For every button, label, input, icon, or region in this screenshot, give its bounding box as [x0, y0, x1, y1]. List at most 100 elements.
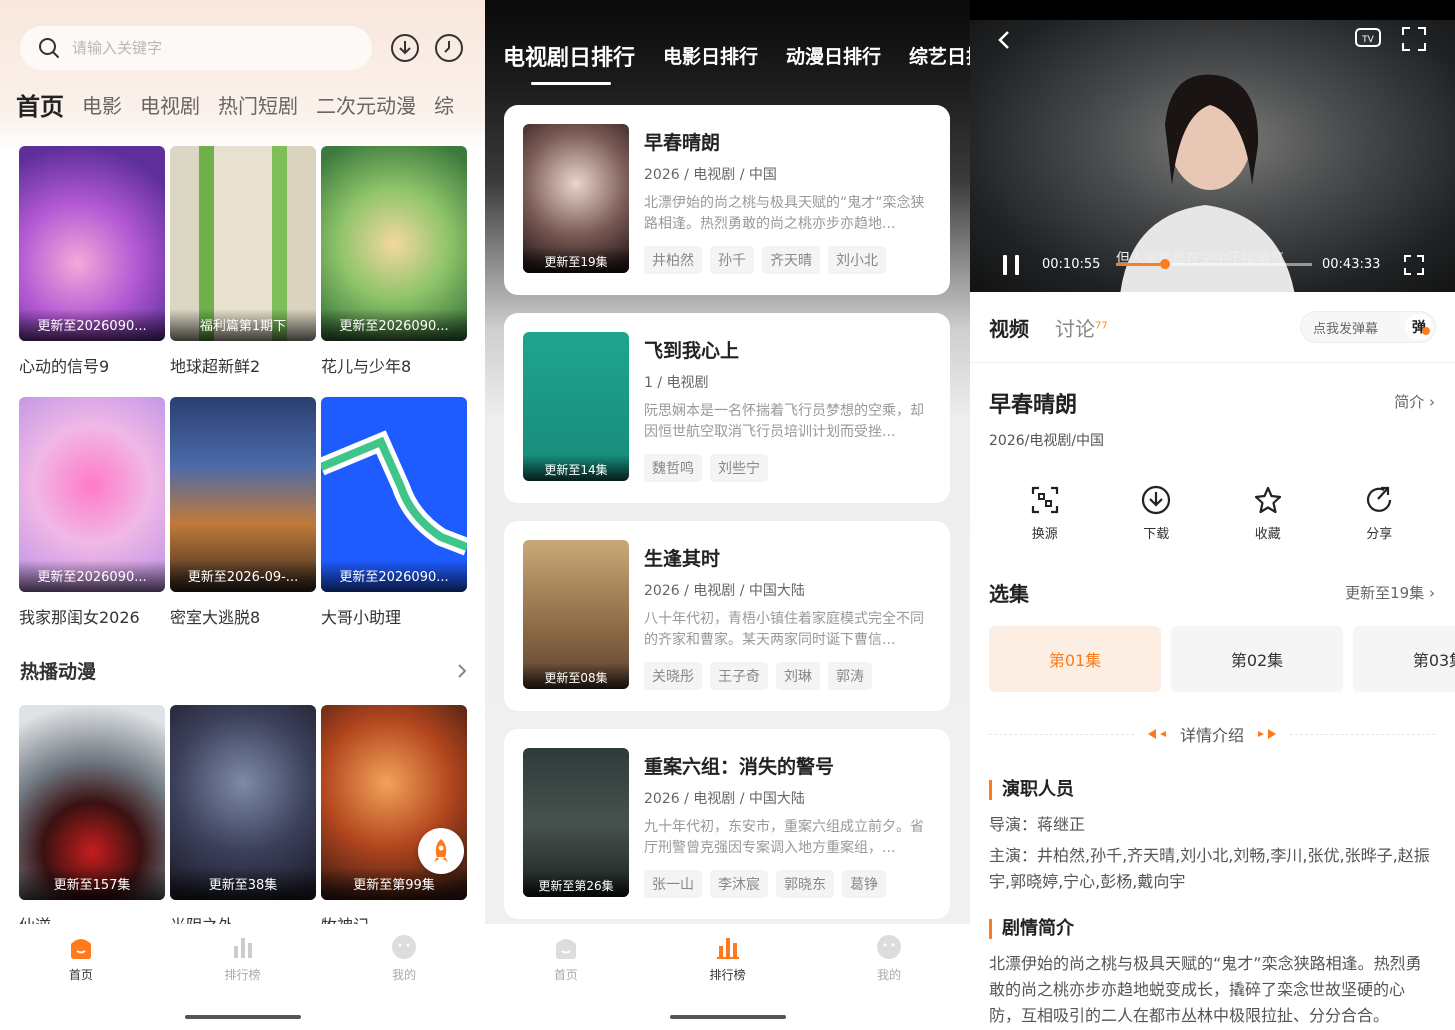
danmu-input[interactable]: 点我发弹幕 弹 — [1300, 311, 1436, 343]
pause-icon[interactable] — [1000, 253, 1022, 277]
tabbar-mine[interactable]: 我的 — [808, 924, 970, 1030]
tab-discussion[interactable]: 讨论77 — [1055, 313, 1108, 342]
ranking-item[interactable]: 更新至08集 生逢其时 2026 / 电视剧 / 中国大陆 八十年代初，青梧小镇… — [504, 521, 950, 711]
action-label: 分享 — [1366, 527, 1393, 542]
media-card[interactable]: 更新至第99集 牧神记 — [321, 705, 467, 936]
tab-movie[interactable]: 电影 — [82, 90, 122, 122]
episodes-update-link[interactable]: 更新至19集 › — [1345, 582, 1435, 603]
media-card[interactable]: 更新至157集 仙逆 — [19, 705, 165, 936]
media-card[interactable]: 更新至38集 光阴之外 — [170, 705, 316, 936]
show-meta: 2026/电视剧/中国 — [989, 433, 1105, 449]
tab-short-drama[interactable]: 热门短剧 — [218, 90, 298, 122]
video-player[interactable]: TV 00:10:55 但人家都是在空中不接地气 00:43:33 — [970, 20, 1455, 292]
actor-tag[interactable]: 郭晓东 — [776, 870, 834, 898]
plot-section-title: 剧情简介 — [989, 919, 1074, 939]
progress-bar[interactable] — [1116, 259, 1312, 269]
poster-image: 更新至2026090... — [321, 397, 467, 592]
progress-fill — [1116, 263, 1165, 266]
card-title: 地球超新鲜2 — [170, 357, 261, 376]
tabbar-label: 首页 — [68, 968, 93, 982]
update-badge: 更新至2026090... — [321, 560, 467, 592]
poster-image: 更新至14集 — [523, 332, 629, 481]
ranking-item[interactable]: 更新至第26集 重案六组：消失的警号 2026 / 电视剧 / 中国大陆 九十年… — [504, 729, 950, 919]
download-icon[interactable] — [390, 33, 420, 63]
ranking-item[interactable]: 更新至19集 早春晴朗 2026 / 电视剧 / 中国 北漂伊始的尚之桃与极具天… — [504, 105, 950, 295]
tab-home[interactable]: 首页 — [16, 87, 64, 122]
tabbar-home[interactable]: 首页 — [0, 924, 162, 1030]
search-icon — [39, 38, 59, 58]
search-input[interactable] — [72, 39, 332, 57]
tab-video[interactable]: 视频 — [989, 313, 1029, 342]
danmu-toggle-button[interactable]: 弹 — [1405, 314, 1433, 340]
media-card[interactable]: 更新至2026090... 我家那闺女2026 — [19, 397, 165, 628]
episode-button[interactable]: 第03集 — [1353, 626, 1455, 692]
pip-icon[interactable] — [1400, 25, 1428, 53]
media-card[interactable]: 福利篇第1期下 地球超新鲜2 — [170, 146, 316, 377]
tab-movie-daily[interactable]: 电影日排行 — [663, 42, 758, 72]
episode-button[interactable]: 第02集 — [1171, 626, 1343, 692]
actor-tag[interactable]: 井柏然 — [644, 246, 702, 274]
detail-screen: TV 00:10:55 但人家都是在空中不接地气 00:43:33 视频 讨论7… — [970, 0, 1455, 1030]
tabbar-label: 首页 — [553, 968, 578, 982]
current-time: 00:10:55 — [1042, 257, 1101, 272]
actor-tag[interactable]: 葛铮 — [842, 870, 886, 898]
actor-tag[interactable]: 张一山 — [644, 870, 702, 898]
tabbar-label: 我的 — [392, 968, 417, 982]
actor-tag[interactable]: 刘小北 — [828, 246, 886, 274]
history-icon[interactable] — [434, 33, 464, 63]
item-meta: 2026 / 电视剧 / 中国 — [644, 167, 777, 183]
actor-tag[interactable]: 王子奇 — [710, 662, 768, 690]
intro-link[interactable]: 简介 › — [1394, 391, 1435, 412]
actor-tag[interactable]: 李沐宸 — [710, 870, 768, 898]
featured-grid: 更新至2026090... 心动的信号9 福利篇第1期下 地球超新鲜2 更新至2… — [19, 146, 467, 628]
tab-tv[interactable]: 电视剧 — [140, 90, 200, 122]
actor-tag[interactable]: 齐天晴 — [762, 246, 820, 274]
tv-cast-icon[interactable]: TV — [1354, 26, 1382, 50]
danmu-placeholder: 点我发弹幕 — [1313, 321, 1379, 337]
svg-text:TV: TV — [1361, 35, 1374, 45]
actor-tag[interactable]: 刘琳 — [776, 662, 820, 690]
switch-source-button[interactable]: 换源 — [1005, 485, 1085, 542]
rocket-button[interactable] — [418, 828, 464, 874]
tab-variety-daily[interactable]: 综艺日排行 — [909, 42, 970, 72]
tab-variety[interactable]: 综 — [434, 90, 454, 122]
media-card[interactable]: 更新至2026090... 心动的信号9 — [19, 146, 165, 377]
profile-icon — [392, 935, 417, 959]
actor-tag[interactable]: 郭涛 — [828, 662, 872, 690]
episode-list: 第01集 第02集 第03集 — [989, 626, 1455, 692]
search-bar[interactable] — [20, 26, 372, 70]
ranking-tabs: 电视剧日排行 电影日排行 动漫日排行 综艺日排行 — [503, 42, 970, 72]
ranking-item[interactable]: 更新至14集 飞到我心上 1 / 电视剧 阮思娴本是一名怀揣着飞行员梦想的空乘，… — [504, 313, 950, 503]
actor-tag[interactable]: 关晓彤 — [644, 662, 702, 690]
download-button[interactable]: 下载 — [1116, 485, 1196, 542]
tab-anime[interactable]: 二次元动漫 — [316, 90, 416, 122]
update-badge: 更新至2026-09-... — [170, 560, 316, 592]
poster-image: 更新至2026-09-... — [170, 397, 316, 592]
actor-tag[interactable]: 魏哲鸣 — [644, 454, 702, 482]
media-card[interactable]: 更新至2026090... 大哥小助理 — [321, 397, 467, 628]
tabbar-mine[interactable]: 我的 — [323, 924, 485, 1030]
director-text: 导演：蒋继正 — [989, 815, 1086, 834]
media-card[interactable]: 更新至2026090... 花儿与少年8 — [321, 146, 467, 377]
favorite-button[interactable]: 收藏 — [1228, 485, 1308, 542]
poster-image: 更新至08集 — [523, 540, 629, 689]
actor-tag[interactable]: 刘些宁 — [710, 454, 768, 482]
update-badge: 更新至2026090... — [321, 309, 467, 341]
arrow-left-icon — [1148, 729, 1166, 739]
tab-tv-daily[interactable]: 电视剧日排行 — [503, 40, 635, 72]
plot-text: 北漂伊始的尚之桃与极具天赋的“鬼才”栾念狭路相逢。热烈勇敢的尚之桃亦步亦趋地蜕变… — [989, 954, 1422, 1025]
actor-tag[interactable]: 孙千 — [710, 246, 754, 274]
share-button[interactable]: 分享 — [1339, 485, 1419, 542]
tabbar-home[interactable]: 首页 — [485, 924, 647, 1030]
tabbar-label: 我的 — [877, 968, 902, 982]
fullscreen-icon[interactable] — [1402, 253, 1426, 277]
section-header-anime[interactable]: 热播动漫 — [20, 657, 468, 684]
media-card[interactable]: 更新至2026-09-... 密室大逃脱8 — [170, 397, 316, 628]
tab-label: 讨论 — [1055, 317, 1095, 341]
switch-source-icon — [1031, 486, 1058, 514]
back-icon[interactable] — [996, 28, 1012, 52]
progress-handle[interactable] — [1160, 259, 1170, 269]
update-badge: 更新至2026090... — [19, 309, 165, 341]
tab-anime-daily[interactable]: 动漫日排行 — [786, 42, 881, 72]
episode-button[interactable]: 第01集 — [989, 626, 1161, 692]
